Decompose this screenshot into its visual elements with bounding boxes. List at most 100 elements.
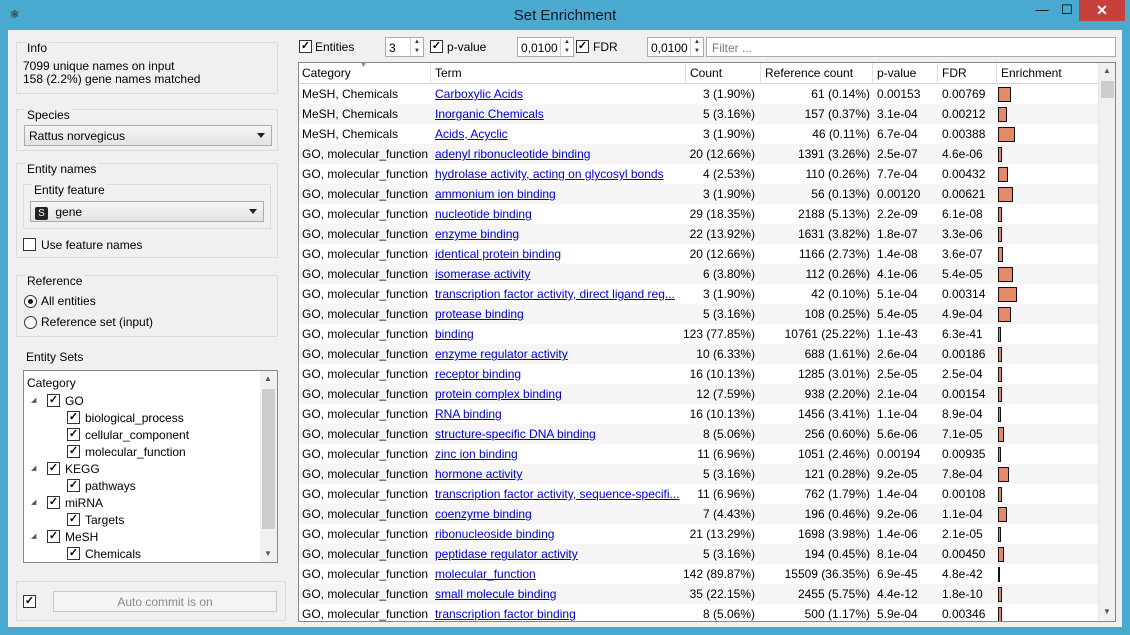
- tree-item-checkbox[interactable]: ✓: [67, 479, 80, 492]
- table-row[interactable]: GO, molecular_function hydrolase activity…: [299, 164, 1099, 184]
- tree-item-checkbox[interactable]: ✓: [47, 530, 60, 543]
- table-row[interactable]: GO, molecular_function transcription fact…: [299, 284, 1099, 304]
- cell-term-link[interactable]: transcription factor binding: [435, 607, 683, 621]
- fdr-checkbox[interactable]: ✓: [576, 40, 589, 53]
- expand-arrow-icon[interactable]: ◢: [31, 498, 36, 506]
- cell-term-link[interactable]: Carboxylic Acids: [435, 87, 683, 101]
- pvalue-spinbox[interactable]: 0,0100 ▲ ▼: [517, 37, 574, 57]
- cell-term-link[interactable]: molecular_function: [435, 567, 683, 581]
- header-pvalue[interactable]: p-value: [877, 66, 916, 80]
- tree-item-checkbox[interactable]: ✓: [47, 496, 60, 509]
- table-row[interactable]: MeSH, Chemicals Inorganic Chemicals 5 (3.1…: [299, 104, 1099, 124]
- cell-term-link[interactable]: hydrolase activity, acting on glycosyl b…: [435, 167, 683, 181]
- scroll-up-icon[interactable]: ▲: [264, 374, 272, 383]
- results-table[interactable]: Category ▼ Term Count Reference count p-…: [298, 62, 1116, 622]
- scroll-down-icon[interactable]: ▼: [264, 549, 272, 558]
- cell-term-link[interactable]: nucleotide binding: [435, 207, 683, 221]
- cell-term-link[interactable]: structure-specific DNA binding: [435, 427, 683, 441]
- table-row[interactable]: GO, molecular_function zinc ion binding 11…: [299, 444, 1099, 464]
- cell-term-link[interactable]: RNA binding: [435, 407, 683, 421]
- scroll-down-icon[interactable]: ▼: [1103, 607, 1111, 616]
- cell-term-link[interactable]: small molecule binding: [435, 587, 683, 601]
- table-row[interactable]: GO, molecular_function hormone activity 5 …: [299, 464, 1099, 484]
- cell-term-link[interactable]: adenyl ribonucleotide binding: [435, 147, 683, 161]
- header-enrichment[interactable]: Enrichment: [1001, 66, 1062, 80]
- tree-item-checkbox[interactable]: ✓: [67, 445, 80, 458]
- tree-item-checkbox[interactable]: ✓: [67, 428, 80, 441]
- all-entities-radio[interactable]: [24, 295, 37, 308]
- spin-arrows-icon[interactable]: ▲ ▼: [410, 38, 423, 56]
- spin-arrows-icon[interactable]: ▲ ▼: [560, 38, 573, 56]
- fdr-spinbox[interactable]: 0,0100 ▲ ▼: [647, 37, 704, 57]
- cell-term-link[interactable]: protein complex binding: [435, 387, 683, 401]
- reference-set-radio[interactable]: [24, 316, 37, 329]
- table-row[interactable]: MeSH, Chemicals Acids, Acyclic 3 (1.90%) 46…: [299, 124, 1099, 144]
- table-row[interactable]: GO, molecular_function receptor binding 16…: [299, 364, 1099, 384]
- cell-term-link[interactable]: coenzyme binding: [435, 507, 683, 521]
- cell-term-link[interactable]: peptidase regulator activity: [435, 547, 683, 561]
- cell-term-link[interactable]: transcription factor activity, direct li…: [435, 287, 683, 301]
- entity-sets-tree[interactable]: Category ◢ ✓ GO ✓ biological_process ✓ cellula…: [23, 370, 278, 563]
- tree-item-checkbox[interactable]: ✓: [67, 547, 80, 560]
- cell-term-link[interactable]: ammonium ion binding: [435, 187, 683, 201]
- commit-button[interactable]: Auto commit is on: [53, 591, 277, 612]
- tree-item-checkbox[interactable]: ✓: [67, 513, 80, 526]
- expand-arrow-icon[interactable]: ◢: [31, 532, 36, 540]
- cell-term-link[interactable]: zinc ion binding: [435, 447, 683, 461]
- filter-input[interactable]: Filter ...: [706, 37, 1116, 57]
- table-scroll-thumb[interactable]: [1101, 81, 1114, 98]
- cell-term-link[interactable]: isomerase activity: [435, 267, 683, 281]
- table-row[interactable]: GO, molecular_function isomerase activity…: [299, 264, 1099, 284]
- cell-term-link[interactable]: receptor binding: [435, 367, 683, 381]
- close-button[interactable]: ✕: [1079, 0, 1125, 21]
- tree-scroll-thumb[interactable]: [262, 389, 275, 529]
- cell-term-link[interactable]: hormone activity: [435, 467, 683, 481]
- table-row[interactable]: GO, molecular_function coenzyme binding 7 …: [299, 504, 1099, 524]
- tree-item-checkbox[interactable]: ✓: [47, 394, 60, 407]
- use-feature-names-checkbox[interactable]: [23, 238, 36, 251]
- table-row[interactable]: GO, molecular_function RNA binding 16 (10.…: [299, 404, 1099, 424]
- entity-feature-dropdown[interactable]: S gene: [30, 201, 264, 222]
- table-row[interactable]: GO, molecular_function ammonium ion bindi…: [299, 184, 1099, 204]
- spin-arrows-icon[interactable]: ▲ ▼: [690, 38, 703, 56]
- table-row[interactable]: GO, molecular_function transcription fact…: [299, 604, 1099, 621]
- table-row[interactable]: GO, molecular_function small molecule bin…: [299, 584, 1099, 604]
- cell-term-link[interactable]: Acids, Acyclic: [435, 127, 683, 141]
- cell-term-link[interactable]: protease binding: [435, 307, 683, 321]
- header-term[interactable]: Term: [435, 66, 462, 80]
- table-row[interactable]: GO, molecular_function molecular_function…: [299, 564, 1099, 584]
- species-dropdown[interactable]: Rattus norvegicus: [24, 125, 272, 146]
- table-row[interactable]: GO, molecular_function protease binding 5 …: [299, 304, 1099, 324]
- table-row[interactable]: GO, molecular_function transcription fact…: [299, 484, 1099, 504]
- expand-arrow-icon[interactable]: ◢: [31, 464, 36, 472]
- auto-commit-checkbox[interactable]: ✓: [23, 595, 36, 608]
- table-row[interactable]: GO, molecular_function adenyl ribonucleot…: [299, 144, 1099, 164]
- cell-term-link[interactable]: binding: [435, 327, 683, 341]
- cell-term-link[interactable]: transcription factor activity, sequence-…: [435, 487, 683, 501]
- table-row[interactable]: GO, molecular_function nucleotide binding…: [299, 204, 1099, 224]
- header-count[interactable]: Count: [690, 66, 722, 80]
- tree-item-checkbox[interactable]: ✓: [67, 411, 80, 424]
- cell-term-link[interactable]: enzyme regulator activity: [435, 347, 683, 361]
- maximize-button[interactable]: ☐: [1055, 0, 1079, 21]
- cell-term-link[interactable]: enzyme binding: [435, 227, 683, 241]
- tree-item-checkbox[interactable]: ✓: [47, 462, 60, 475]
- table-row[interactable]: GO, molecular_function ribonucleoside bin…: [299, 524, 1099, 544]
- table-scrollbar[interactable]: ▲ ▼: [1098, 63, 1115, 621]
- entities-spinbox[interactable]: 3 ▲ ▼: [385, 37, 424, 57]
- cell-term-link[interactable]: Inorganic Chemicals: [435, 107, 683, 121]
- table-row[interactable]: GO, molecular_function protein complex bi…: [299, 384, 1099, 404]
- header-fdr[interactable]: FDR: [942, 66, 967, 80]
- table-row[interactable]: MeSH, Chemicals Carboxylic Acids 3 (1.90%)…: [299, 84, 1099, 104]
- table-row[interactable]: GO, molecular_function enzyme binding 22 (…: [299, 224, 1099, 244]
- tree-scrollbar[interactable]: ▲ ▼: [260, 371, 277, 562]
- minimize-button[interactable]: —: [1029, 0, 1055, 21]
- entities-checkbox[interactable]: ✓: [299, 40, 312, 53]
- table-row[interactable]: GO, molecular_function binding 123 (77.85%…: [299, 324, 1099, 344]
- scroll-up-icon[interactable]: ▲: [1103, 66, 1111, 75]
- table-row[interactable]: GO, molecular_function structure-specific…: [299, 424, 1099, 444]
- table-row[interactable]: GO, molecular_function identical protein …: [299, 244, 1099, 264]
- expand-arrow-icon[interactable]: ◢: [31, 396, 36, 404]
- table-row[interactable]: GO, molecular_function peptidase regulato…: [299, 544, 1099, 564]
- cell-term-link[interactable]: ribonucleoside binding: [435, 527, 683, 541]
